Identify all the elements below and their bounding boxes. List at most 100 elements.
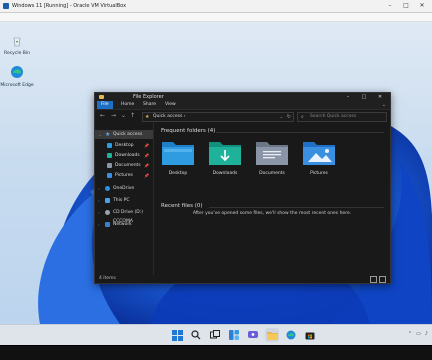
up-button[interactable]: ↑	[130, 112, 135, 119]
task-view-button[interactable]	[208, 328, 222, 342]
tab-file[interactable]: File	[97, 101, 113, 109]
widgets-icon	[229, 330, 239, 340]
tab-share[interactable]: Share	[139, 101, 160, 109]
chevron-up-icon[interactable]: ⌃	[408, 331, 412, 337]
sidebar-item-downloads[interactable]: Downloads 📌	[95, 151, 153, 160]
sidebar-item-label: This PC	[113, 198, 130, 203]
search-taskbar-button[interactable]	[189, 328, 203, 342]
folder-label: Pictures	[310, 171, 328, 176]
explorer-titlebar: File Explorer – □ ✕	[95, 93, 390, 101]
expand-icon[interactable]: ›	[98, 184, 100, 193]
forward-button[interactable]: →	[111, 112, 116, 119]
sidebar-item-label: Documents	[115, 163, 141, 168]
virtualbox-title: Windows 11 [Running] - Oracle VM Virtual…	[12, 3, 127, 9]
desktop-icon-edge[interactable]: Microsoft Edge	[0, 64, 34, 88]
back-button[interactable]: ←	[100, 112, 105, 119]
widgets-button[interactable]	[227, 328, 241, 342]
quick-access-toolbar	[99, 95, 104, 99]
network-status-icon[interactable]: ▭	[416, 331, 421, 337]
volume-icon[interactable]: ♪	[425, 331, 428, 337]
details-view-button[interactable]	[370, 276, 377, 283]
store-icon	[305, 332, 315, 340]
divider	[216, 132, 384, 133]
edge-icon	[11, 66, 23, 78]
store-button[interactable]	[303, 328, 317, 342]
taskbar: ⌃ ▭ ♪	[0, 324, 432, 345]
sidebar-item-label: Pictures	[115, 173, 133, 178]
expand-icon[interactable]: ›	[98, 196, 100, 205]
this-pc-icon	[105, 198, 110, 203]
address-dropdown-icon[interactable]: ⌄	[280, 113, 283, 121]
sidebar-item-quick-access[interactable]: ⌄ ★ Quick access	[95, 130, 153, 139]
expand-icon[interactable]: ›	[98, 208, 100, 217]
refresh-icon[interactable]: ↻	[287, 113, 291, 121]
sidebar-item-network[interactable]: › Network	[95, 220, 153, 229]
divider	[209, 207, 384, 208]
sidebar-item-desktop[interactable]: Desktop 📌	[95, 141, 153, 150]
host-close-button[interactable]: ✕	[414, 0, 430, 12]
task-view-icon	[210, 330, 220, 339]
edge-taskbar-button[interactable]	[284, 328, 298, 342]
pictures-icon	[107, 173, 112, 178]
sidebar-item-documents[interactable]: Documents 📌	[95, 161, 153, 170]
ribbon: File Home Share View ⌄	[95, 101, 390, 110]
sidebar-item-pictures[interactable]: Pictures 📌	[95, 171, 153, 180]
recycle-bin-icon	[13, 37, 21, 47]
documents-folder-icon	[256, 142, 288, 165]
file-explorer-taskbar-button[interactable]	[265, 328, 279, 342]
folder-pictures[interactable]: Pictures	[299, 138, 339, 176]
recent-files-empty-message: After you've opened some files, we'll sh…	[192, 211, 352, 216]
virtualbox-icon	[3, 3, 9, 9]
desktop-icon	[107, 143, 112, 148]
minimize-button[interactable]: –	[340, 93, 356, 101]
address-bar[interactable]: ★ Quick access › ⌄ ↻	[142, 112, 294, 122]
item-count: 4 items	[99, 276, 116, 281]
tab-view[interactable]: View	[161, 101, 180, 109]
start-button[interactable]	[170, 328, 184, 342]
downloads-folder-icon	[209, 142, 241, 165]
sidebar-item-onedrive[interactable]: › OneDrive	[95, 184, 153, 193]
onedrive-icon	[105, 186, 110, 191]
pictures-folder-icon	[303, 142, 335, 165]
address-text: Quick access ›	[153, 114, 186, 119]
virtualbox-titlebar: Windows 11 [Running] - Oracle VM Virtual…	[0, 0, 432, 13]
recent-files-heading[interactable]: Recent files (0)	[161, 203, 203, 209]
navigation-pane: ⌄ ★ Quick access Desktop 📌 Downloads 📌 D…	[95, 123, 154, 275]
close-button[interactable]: ✕	[372, 93, 388, 101]
desktop-folder-icon	[162, 142, 194, 165]
desktop-icon-label: Recycle Bin	[4, 51, 30, 56]
star-icon: ★	[145, 114, 150, 120]
folder-documents[interactable]: Documents	[252, 138, 292, 176]
network-icon	[105, 222, 110, 227]
virtualbox-menubar	[0, 13, 432, 22]
star-icon: ★	[105, 131, 111, 138]
sidebar-item-label: Network	[113, 222, 132, 227]
collapse-icon[interactable]: ⌄	[98, 130, 101, 139]
downloads-icon	[107, 153, 112, 158]
folder-label: Desktop	[168, 171, 188, 176]
sidebar-item-this-pc[interactable]: › This PC	[95, 196, 153, 205]
virtualbox-statusbar	[0, 346, 432, 360]
host-minimize-button[interactable]: –	[382, 0, 398, 12]
large-icons-view-button[interactable]	[379, 276, 386, 283]
maximize-button[interactable]: □	[356, 93, 372, 101]
recent-locations-button[interactable]: ⌄	[121, 112, 126, 119]
folder-icon[interactable]	[99, 95, 104, 99]
sidebar-item-label: OneDrive	[113, 186, 135, 191]
host-maximize-button[interactable]: □	[398, 0, 414, 12]
search-box[interactable]: ⌕ Search Quick access	[297, 112, 387, 122]
chat-button[interactable]	[246, 328, 260, 342]
frequent-folders-heading[interactable]: Frequent folders (4)	[161, 128, 215, 134]
folder-downloads[interactable]: Downloads	[205, 138, 245, 176]
folder-desktop[interactable]: Desktop	[158, 138, 198, 176]
status-bar: 4 items	[95, 275, 390, 283]
desktop-icon-recycle-bin[interactable]: Recycle Bin	[0, 32, 34, 56]
tab-home[interactable]: Home	[117, 101, 138, 109]
sidebar-item-label: Downloads	[115, 153, 140, 158]
sidebar-item-label: Quick access	[113, 132, 143, 137]
cd-drive-icon	[105, 210, 110, 215]
sidebar-item-cd-drive[interactable]: › CD Drive (D:) CCCOMA	[95, 208, 153, 224]
documents-icon	[107, 163, 112, 168]
expand-icon[interactable]: ›	[98, 220, 100, 229]
ribbon-expand-icon[interactable]: ⌄	[382, 101, 386, 109]
